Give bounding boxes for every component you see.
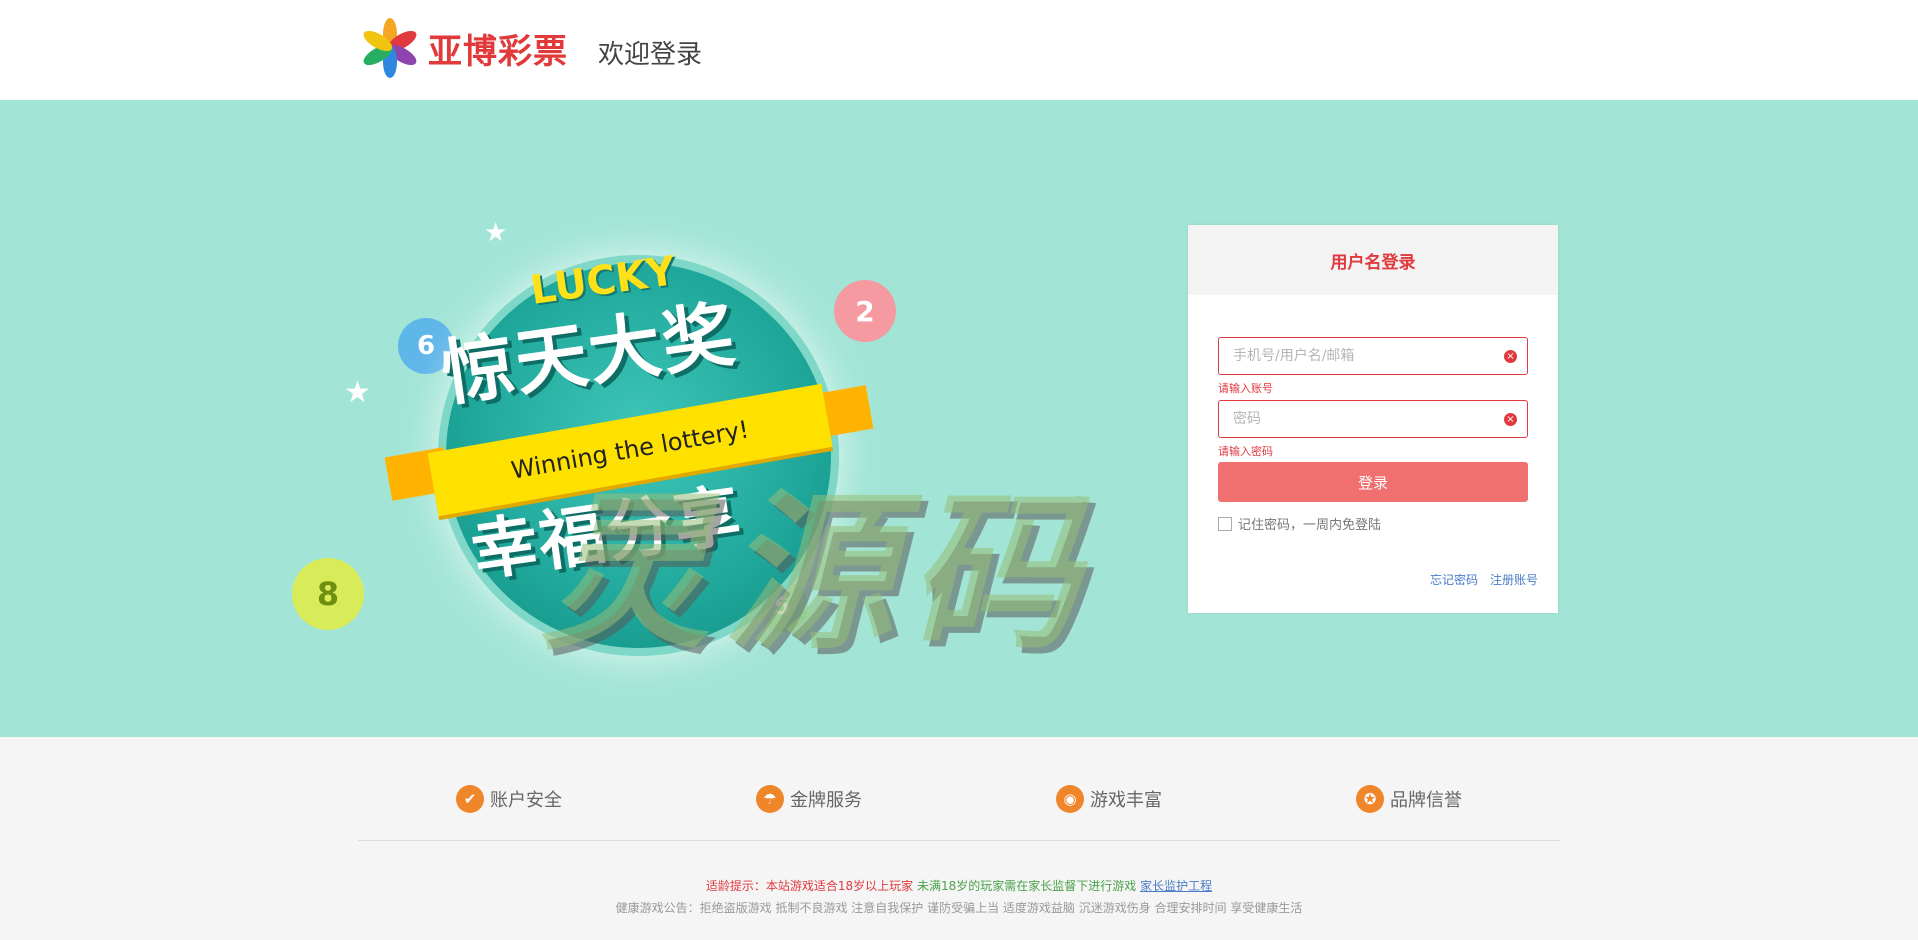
features-section: ✔ 账户安全 ☂ 金牌服务 ◉ 游戏丰富 ✪ 品牌信誉 适龄提示：本站游戏适合1… xyxy=(0,737,1918,940)
feature-label: 金牌服务 xyxy=(790,790,862,811)
feature-rich-games: ◉ 游戏丰富 xyxy=(1056,785,1162,813)
age-notice: 适龄提示：本站游戏适合18岁以上玩家 未满18岁的玩家需在家长监督下进行游戏 家… xyxy=(0,877,1918,894)
shield-icon: ✔ xyxy=(456,785,484,813)
password-field[interactable]: × xyxy=(1218,400,1528,438)
logo-flower-icon xyxy=(363,18,417,78)
hero-banner: ★ ★ 6 2 8 5 LUCKY 惊天大奖 Winning the lotte… xyxy=(0,100,1918,737)
umbrella-icon: ☂ xyxy=(756,785,784,813)
register-link[interactable]: 注册账号 xyxy=(1490,571,1538,588)
page-title: 欢迎登录 xyxy=(598,40,703,70)
logo-text: 亚博彩票 xyxy=(428,31,568,72)
feature-label: 账户安全 xyxy=(490,790,562,811)
forgot-password-link[interactable]: 忘记密码 xyxy=(1430,571,1478,588)
lottery-ball-2: 2 xyxy=(834,280,896,342)
feature-label: 游戏丰富 xyxy=(1090,790,1162,811)
login-button[interactable]: 登录 xyxy=(1218,462,1528,502)
clear-icon[interactable]: × xyxy=(1504,413,1517,426)
gamepad-icon: ◉ xyxy=(1056,785,1084,813)
age-notice-label: 适龄提示：本站游戏适合18岁以上玩家 xyxy=(705,879,914,893)
remember-password[interactable]: 记住密码，一周内免登陆 xyxy=(1218,514,1381,533)
feature-gold-service: ☂ 金牌服务 xyxy=(756,785,862,813)
feature-brand-reputation: ✪ 品牌信誉 xyxy=(1356,785,1462,813)
star-icon: ★ xyxy=(344,375,371,410)
login-card: 用户名登录 × 请输入账号 × 请输入密码 登录 记住密码，一周内免登陆 忘记密… xyxy=(1188,225,1558,613)
username-input[interactable] xyxy=(1219,338,1507,374)
username-field[interactable]: × xyxy=(1218,337,1528,375)
feature-account-security: ✔ 账户安全 xyxy=(456,785,562,813)
username-error: 请输入账号 xyxy=(1218,382,1273,395)
lottery-ball-8: 8 xyxy=(292,558,364,630)
age-notice-minor: 未满18岁的玩家需在家长监督下进行游戏 xyxy=(916,879,1137,893)
health-notice: 健康游戏公告：拒绝盗版游戏 抵制不良游戏 注意自我保护 谨防受骗上当 适度游戏益… xyxy=(615,901,1303,915)
password-input[interactable] xyxy=(1219,401,1507,437)
login-card-header: 用户名登录 xyxy=(1188,225,1558,295)
login-title: 用户名登录 xyxy=(1330,252,1416,273)
remember-checkbox[interactable] xyxy=(1218,516,1232,531)
clear-icon[interactable]: × xyxy=(1504,350,1517,363)
star-icon: ★ xyxy=(484,218,508,248)
medal-icon: ✪ xyxy=(1356,785,1384,813)
parental-guard-link[interactable]: 家长监护工程 xyxy=(1140,879,1212,893)
password-error: 请输入密码 xyxy=(1218,445,1273,458)
feature-label: 品牌信誉 xyxy=(1390,790,1462,811)
remember-label: 记住密码，一周内免登陆 xyxy=(1238,518,1382,533)
login-links: 忘记密码 注册账号 xyxy=(1430,571,1538,588)
site-header: 亚博彩票 欢迎登录 xyxy=(0,0,1918,100)
footer-divider xyxy=(358,840,1560,841)
site-logo[interactable]: 亚博彩票 xyxy=(360,18,568,78)
